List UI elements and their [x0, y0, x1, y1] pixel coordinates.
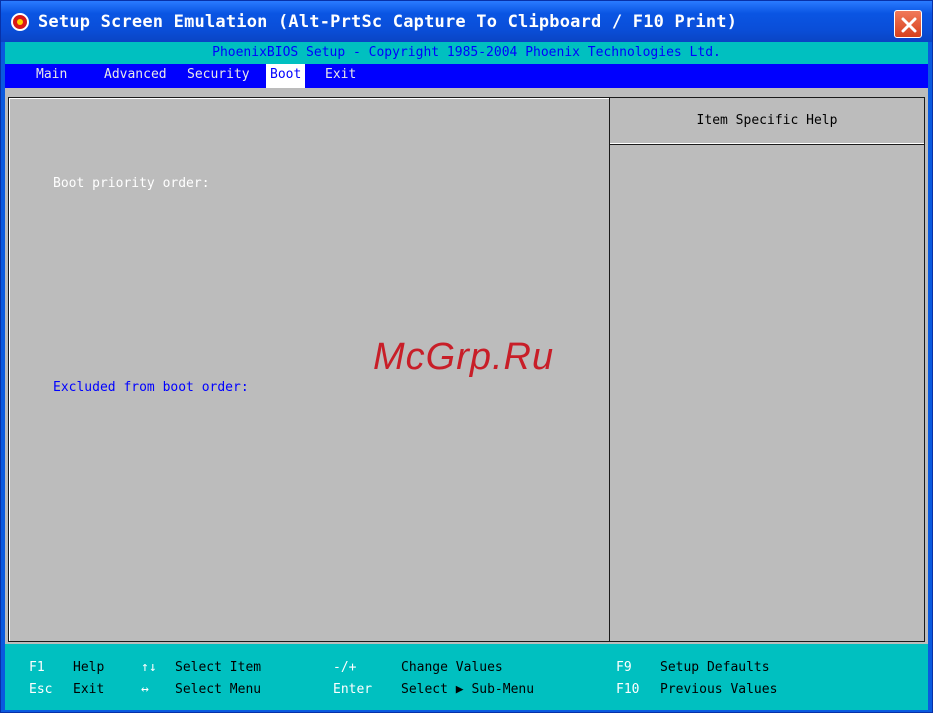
- menu-bar: Main Advanced Security Boot Exit: [5, 64, 928, 88]
- menu-security[interactable]: Security: [183, 64, 254, 88]
- key-select-item-desc: Select Item: [175, 660, 262, 675]
- key-f1: F1: [29, 660, 45, 675]
- menu-advanced[interactable]: Advanced: [100, 64, 171, 88]
- app-icon[interactable]: [11, 13, 29, 31]
- copyright-bar: PhoenixBIOS Setup - Copyright 1985-2004 …: [5, 42, 928, 64]
- left-right-arrows-icon: ↔: [141, 682, 149, 697]
- key-change-values: -/+: [333, 660, 357, 675]
- key-enter: Enter: [333, 682, 373, 697]
- boot-priority-label: Boot priority order:: [53, 176, 210, 191]
- key-f9: F9: [616, 660, 632, 675]
- up-down-arrows-icon: ↑↓: [141, 660, 157, 675]
- key-change-values-desc: Change Values: [401, 660, 503, 675]
- bios-screen: PhoenixBIOS Setup - Copyright 1985-2004 …: [5, 42, 928, 710]
- key-legend-footer: F1 Help ↑↓ Select Item -/+ Change Values…: [5, 644, 928, 710]
- key-enter-desc: Select ▶ Sub-Menu: [401, 682, 535, 697]
- title-bar[interactable]: Setup Screen Emulation (Alt-PrtSc Captur…: [1, 1, 932, 42]
- help-panel: Item Specific Help: [609, 97, 925, 642]
- close-icon: [901, 17, 917, 33]
- key-f1-desc: Help: [73, 660, 105, 675]
- menu-main[interactable]: Main: [32, 64, 71, 88]
- key-f10-desc: Previous Values: [660, 682, 778, 697]
- watermark: McGrp.Ru: [373, 336, 555, 378]
- excluded-label: Excluded from boot order:: [53, 380, 249, 395]
- key-f10: F10: [616, 682, 640, 697]
- key-esc-desc: Exit: [73, 682, 105, 697]
- key-f9-desc: Setup Defaults: [660, 660, 770, 675]
- app-window: Setup Screen Emulation (Alt-PrtSc Captur…: [0, 0, 933, 713]
- window-title: Setup Screen Emulation (Alt-PrtSc Captur…: [38, 12, 738, 32]
- menu-exit[interactable]: Exit: [321, 64, 360, 88]
- key-select-menu-desc: Select Menu: [175, 682, 262, 697]
- help-header: Item Specific Help: [610, 98, 924, 145]
- key-esc: Esc: [29, 682, 53, 697]
- close-button[interactable]: [894, 10, 922, 38]
- menu-boot[interactable]: Boot: [266, 64, 306, 88]
